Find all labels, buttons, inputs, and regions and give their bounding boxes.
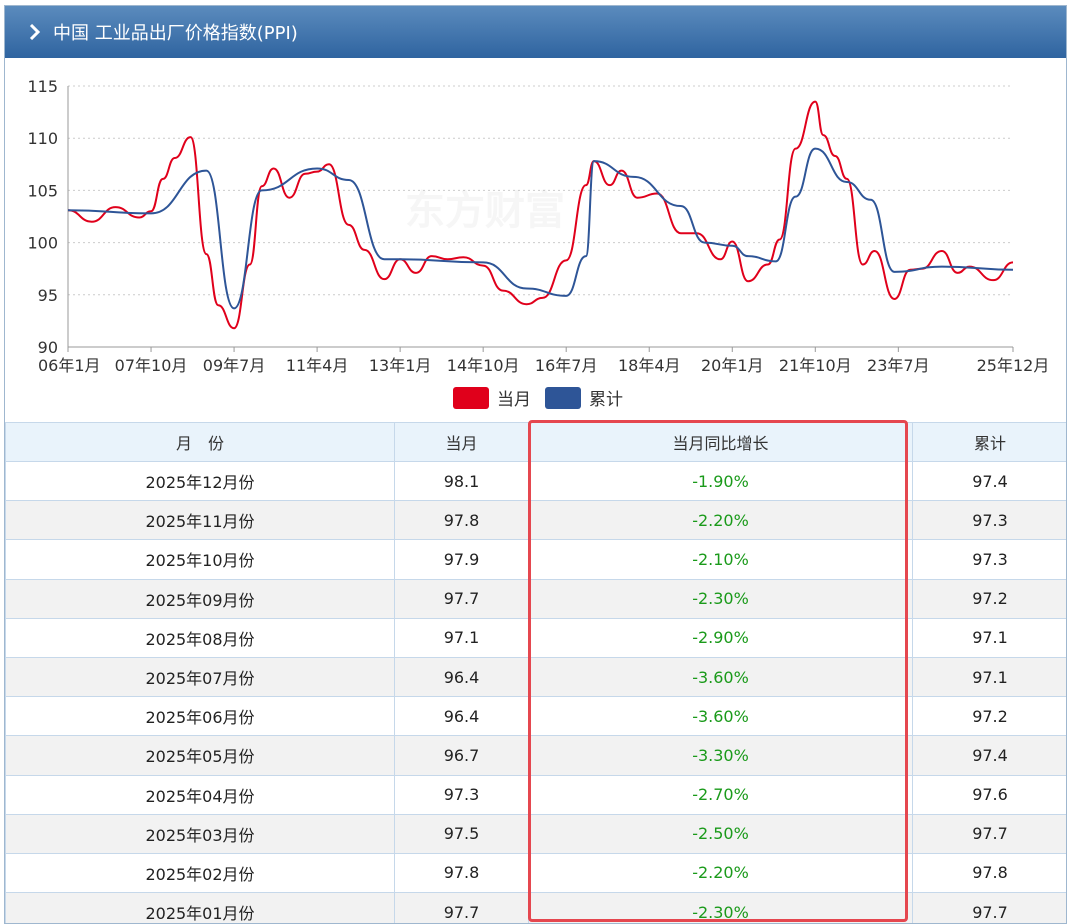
cell-current: 97.8 [394, 852, 529, 894]
x-tick-label: 20年1月 [701, 356, 764, 375]
col-header-yoy: 当月同比增长 [528, 422, 913, 462]
cell-yoy: -2.50% [528, 813, 913, 854]
table-row: 2025年10月份 97.9 -2.10% 97.3 [5, 539, 1066, 580]
legend-swatch [453, 386, 489, 409]
cell-yoy: -2.20% [528, 852, 913, 894]
col-header-current: 当月 [394, 422, 529, 462]
y-tick-label: 90 [38, 338, 58, 357]
cell-month: 2025年02月份 [5, 852, 395, 894]
table-row: 2025年08月份 97.1 -2.90% 97.1 [5, 617, 1066, 658]
x-tick-label: 09年7月 [203, 356, 266, 375]
cell-current: 97.1 [394, 617, 529, 658]
cell-cumulative: 97.7 [912, 813, 1066, 854]
cell-yoy: -3.60% [528, 696, 913, 737]
ppi-chart: 东方财富 90 95 100 105 110 115 06年1月 07年10月 09年7月 11年… [5, 58, 1066, 423]
cell-yoy: -3.30% [528, 735, 913, 776]
x-tick-label: 07年10月 [115, 356, 188, 375]
cell-yoy: -2.90% [528, 617, 913, 658]
x-tick-label: 13年1月 [369, 356, 432, 375]
chevron-right-icon [29, 24, 41, 40]
y-tick-label: 95 [38, 286, 58, 305]
y-tick-label: 115 [27, 77, 58, 96]
table-row: 2025年06月份 96.4 -3.60% 97.2 [5, 696, 1066, 737]
cell-cumulative: 97.6 [912, 774, 1066, 815]
series-line-cumulative [67, 147, 1014, 310]
cell-current: 97.7 [394, 892, 529, 923]
series-line-monthly [67, 100, 1014, 330]
cell-cumulative: 97.2 [912, 696, 1066, 737]
cell-current: 97.8 [394, 500, 529, 541]
cell-cumulative: 97.1 [912, 617, 1066, 658]
cell-month: 2025年01月份 [5, 892, 395, 923]
x-tick-label: 18年4月 [618, 356, 681, 375]
cell-yoy: -2.70% [528, 774, 913, 815]
cell-month: 2025年07月份 [5, 656, 395, 698]
cell-month: 2025年08月份 [5, 617, 395, 658]
table-row: 2025年05月份 96.7 -3.30% 97.4 [5, 735, 1066, 776]
legend-swatch [545, 386, 581, 409]
y-tick-label: 110 [27, 129, 58, 148]
cell-yoy: -2.20% [528, 500, 913, 541]
panel-title: 中国 工业品出厂价格指数(PPI) [53, 23, 298, 44]
table-row: 2025年09月份 97.7 -2.30% 97.2 [5, 578, 1066, 619]
cell-current: 98.1 [394, 460, 529, 502]
x-tick-label: 06年1月 [38, 356, 101, 375]
cell-yoy: -2.30% [528, 892, 913, 923]
table-row: 2025年03月份 97.5 -2.50% 97.7 [5, 813, 1066, 854]
cell-cumulative: 97.1 [912, 656, 1066, 698]
cell-month: 2025年11月份 [5, 500, 395, 541]
cell-month: 2025年09月份 [5, 578, 395, 619]
table-row: 2025年07月份 96.4 -3.60% 97.1 [5, 656, 1066, 698]
cell-month: 2025年05月份 [5, 735, 395, 776]
x-tick-label: 21年10月 [779, 356, 852, 375]
cell-current: 97.9 [394, 539, 529, 580]
legend-item-cumulative[interactable]: 累计 [545, 385, 623, 410]
table-row: 2025年02月份 97.8 -2.20% 97.8 [5, 852, 1066, 894]
y-tick-label: 105 [27, 181, 58, 200]
cell-month: 2025年04月份 [5, 774, 395, 815]
x-tick-label: 25年12月 [977, 356, 1050, 375]
cell-month: 2025年10月份 [5, 539, 395, 580]
cell-yoy: -2.10% [528, 539, 913, 580]
cell-current: 97.3 [394, 774, 529, 815]
cell-month: 2025年12月份 [5, 460, 395, 502]
legend-item-monthly[interactable]: 当月 [453, 385, 531, 410]
col-header-cumulative: 累计 [912, 422, 1066, 462]
cell-yoy: -2.30% [528, 578, 913, 619]
x-tick-label: 16年7月 [535, 356, 598, 375]
cell-current: 96.4 [394, 656, 529, 698]
table-row: 2025年01月份 97.7 -2.30% 97.7 [5, 892, 1066, 923]
cell-yoy: -3.60% [528, 656, 913, 698]
cell-current: 97.7 [394, 578, 529, 619]
legend-label: 累计 [589, 390, 623, 410]
cell-cumulative: 97.3 [912, 539, 1066, 580]
chart-legend: 当月 累计 [453, 385, 637, 410]
col-header-month: 月 份 [5, 422, 395, 462]
cell-month: 2025年06月份 [5, 696, 395, 737]
table-row: 2025年11月份 97.8 -2.20% 97.3 [5, 500, 1066, 541]
x-tick-label: 23年7月 [867, 356, 930, 375]
x-tick-label: 11年4月 [286, 356, 349, 375]
cell-cumulative: 97.8 [912, 852, 1066, 894]
cell-cumulative: 97.7 [912, 892, 1066, 923]
panel-header: 中国 工业品出厂价格指数(PPI) [5, 6, 1066, 58]
table-header-row: 月 份 当月 当月同比增长 累计 [5, 422, 1066, 462]
table-row: 2025年12月份 98.1 -1.90% 97.4 [5, 460, 1066, 502]
cell-cumulative: 97.2 [912, 578, 1066, 619]
cell-month: 2025年03月份 [5, 813, 395, 854]
ppi-table: 月 份 当月 当月同比增长 累计 2025年12月份 98.1 -1.90% 97.4… [5, 422, 1066, 923]
y-tick-label: 100 [27, 234, 58, 253]
ppi-panel: 中国 工业品出厂价格指数(PPI) 东方财富 90 95 100 105 110 115 0… [4, 5, 1067, 924]
chart-svg: 90 95 100 105 110 115 06年1月 07年10月 09年7月 11年4月 13年… [27, 77, 1050, 375]
x-tick-label: 14年10月 [447, 356, 520, 375]
cell-cumulative: 97.3 [912, 500, 1066, 541]
legend-label: 当月 [497, 390, 531, 410]
cell-yoy: -1.90% [528, 460, 913, 502]
cell-cumulative: 97.4 [912, 460, 1066, 502]
table-row: 2025年04月份 97.3 -2.70% 97.6 [5, 774, 1066, 815]
cell-cumulative: 97.4 [912, 735, 1066, 776]
cell-current: 96.7 [394, 735, 529, 776]
cell-current: 97.5 [394, 813, 529, 854]
cell-current: 96.4 [394, 696, 529, 737]
